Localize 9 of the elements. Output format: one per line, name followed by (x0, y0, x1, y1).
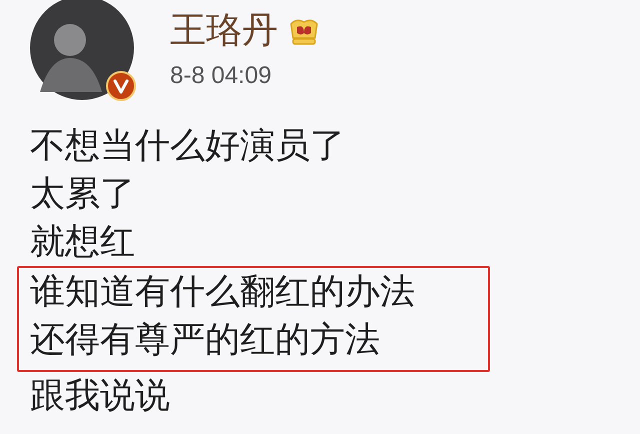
author-name[interactable]: 王珞丹 (170, 10, 278, 52)
post-text-line: 跟我说说 (29, 375, 171, 418)
post-text-line: 还得有尊严的红的方法 (30, 319, 381, 362)
post-text-line: 不想当什么好演员了 (29, 125, 346, 168)
post-text-line: 就想红 (29, 221, 136, 264)
post-text-line: 太累了 (29, 173, 136, 216)
post-time: 8-8 04:09 (170, 62, 272, 90)
avatar-icon[interactable] (30, 0, 134, 100)
post-text-line: 谁知道有什么翻红的办法 (30, 271, 416, 314)
